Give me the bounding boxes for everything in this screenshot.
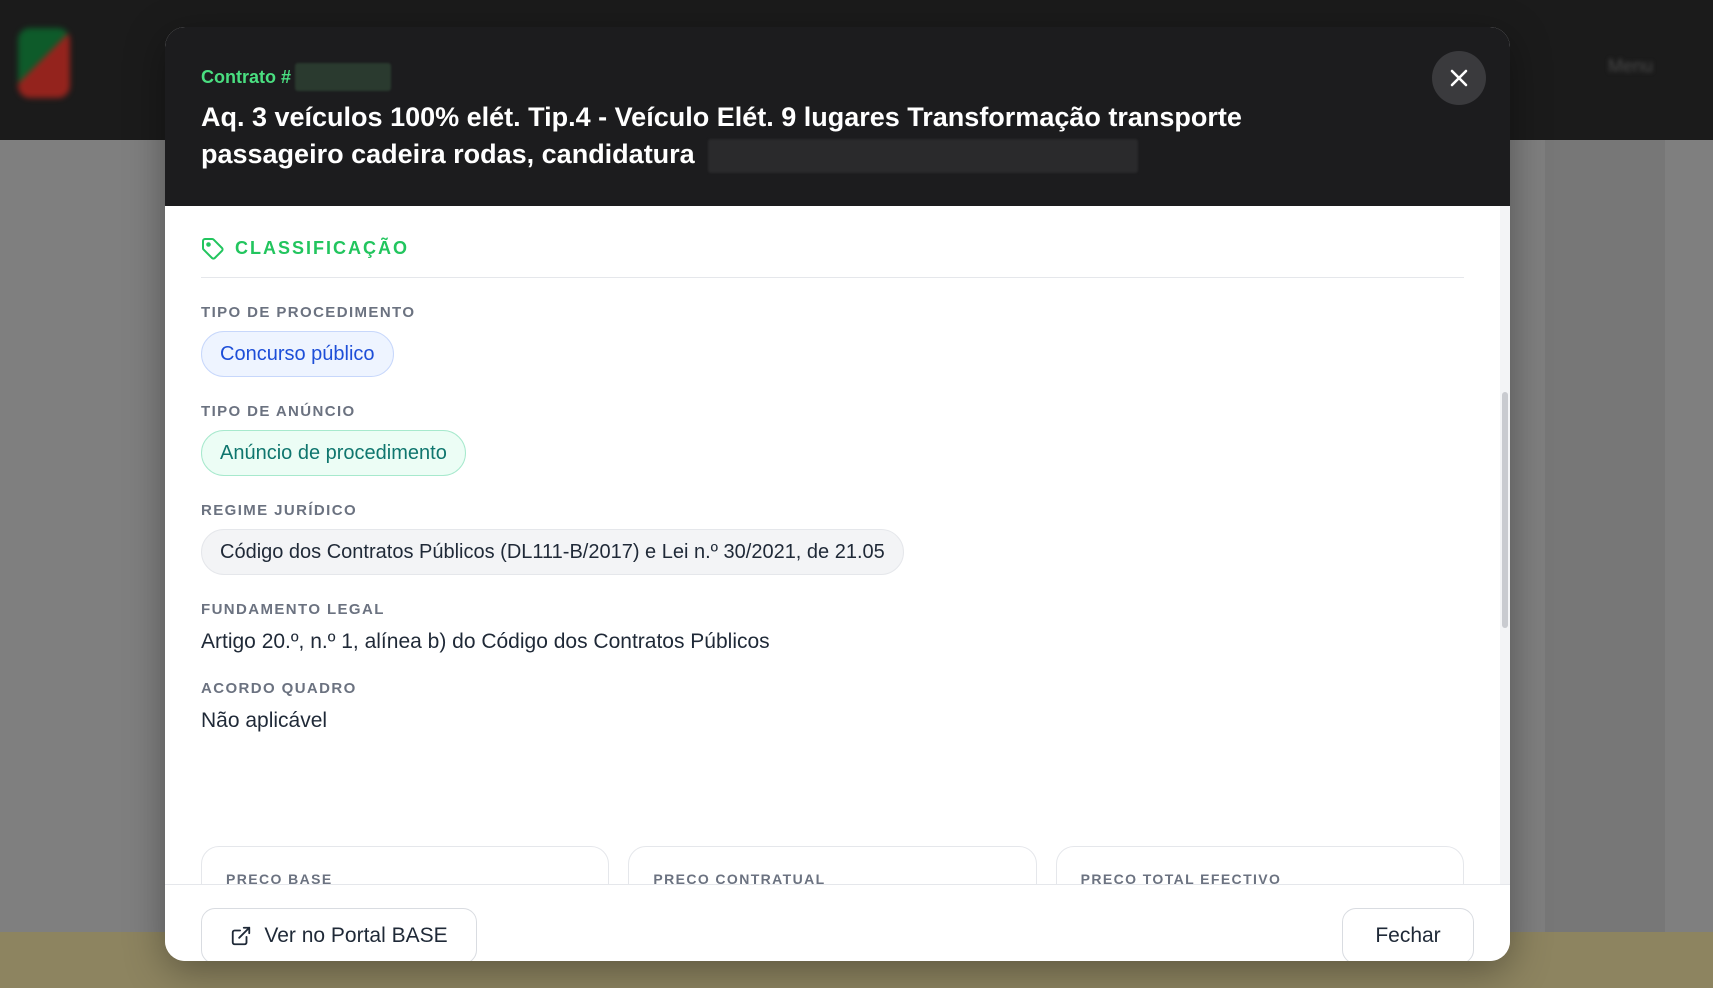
badge-tipo-procedimento: Concurso público [201,331,394,377]
badge-regime-juridico: Código dos Contratos Públicos (DL111-B/2… [201,529,904,575]
fechar-button[interactable]: Fechar [1342,908,1474,961]
section-title: CLASSIFICAÇÃO [235,238,409,258]
acordo-quadro-value: Não aplicável [201,709,328,732]
contract-line: Contrato # [201,63,1280,91]
fechar-label: Fechar [1375,924,1441,947]
price-label: PREÇO BASE [226,871,333,884]
classification-section-header: CLASSIFICAÇÃO [201,206,1464,278]
field-label-tipo-anuncio: TIPO DE ANÚNCIO [201,403,356,420]
background-value-column [1545,140,1665,940]
fundamento-legal-value: Artigo 20.º, n.º 1, alínea b) do Código … [201,630,770,653]
field-label-regime-juridico: REGIME JURÍDICO [201,502,358,519]
contract-label: Contrato # [201,66,291,87]
price-card-total-efectivo: PREÇO TOTAL EFECTIVO [1055,846,1464,884]
price-label: PREÇO TOTAL EFECTIVO [1080,871,1282,884]
modal-header: Contrato # Aq. 3 veículos 100% elét. Tip… [165,27,1510,206]
redacted-contract-id [295,63,391,91]
price-card-base: PREÇO BASE [201,846,610,884]
scrollbar-thumb[interactable] [1502,392,1508,628]
field-label-fundamento-legal: FUNDAMENTO LEGAL [201,601,385,618]
price-cards: PREÇO BASE PREÇO CONTRATUAL PREÇO TOTAL … [201,846,1464,884]
redacted-candidature [708,138,1139,173]
badge-tipo-anuncio: Anúncio de procedimento [201,430,466,476]
modal-scrollbar[interactable] [1500,206,1510,884]
contract-modal: Contrato # Aq. 3 veículos 100% elét. Tip… [165,27,1510,961]
modal-body[interactable]: CLASSIFICAÇÃO TIPO DE PROCEDIMENTO Concu… [165,206,1510,884]
view-portal-base-button[interactable]: Ver no Portal BASE [201,908,477,961]
field-label-tipo-procedimento: TIPO DE PROCEDIMENTO [201,304,416,321]
price-label: PREÇO CONTRATUAL [653,871,826,884]
modal-footer: Ver no Portal BASE Fechar [165,884,1510,961]
background-logo [18,28,70,98]
view-portal-base-label: Ver no Portal BASE [264,924,448,947]
close-icon [1450,69,1468,87]
external-link-icon [232,926,251,946]
close-button[interactable] [1432,51,1486,105]
field-label-acordo-quadro: ACORDO QUADRO [201,680,357,697]
price-card-contratual: PREÇO CONTRATUAL [628,846,1037,884]
modal-title: Aq. 3 veículos 100% elét. Tip.4 - Veícul… [201,99,1280,173]
tag-icon [202,237,224,260]
background-menu: Menu [1607,56,1653,76]
